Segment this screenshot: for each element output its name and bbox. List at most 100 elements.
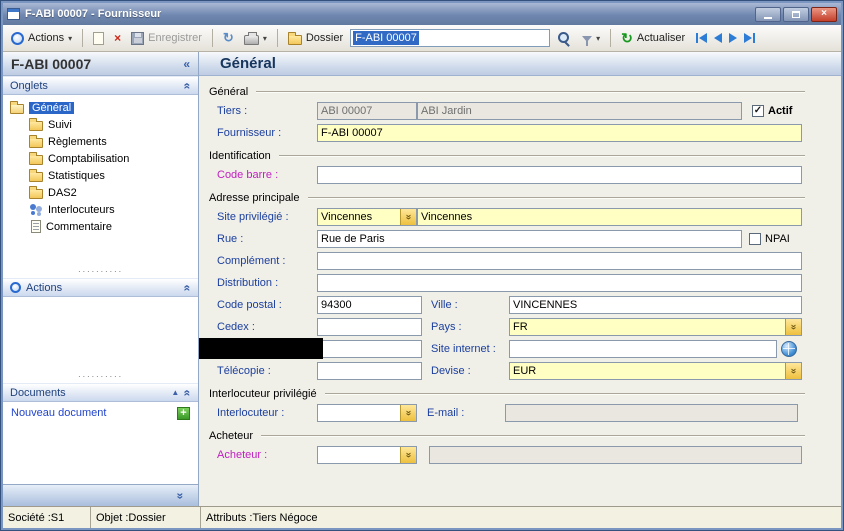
chevron-down-icon: ▾ xyxy=(596,34,600,43)
chevron-down-icon: » xyxy=(788,368,799,373)
fournisseur-input[interactable] xyxy=(317,124,802,142)
collapse-sidebar-icon[interactable]: « xyxy=(183,57,190,71)
combo-dropdown-button[interactable]: » xyxy=(785,363,801,379)
toolbar-separator xyxy=(82,29,83,47)
sidebar-bottom-bar: » xyxy=(3,484,198,506)
fournisseur-label: Fournisseur : xyxy=(217,127,317,139)
toolbar-separator xyxy=(610,29,611,47)
distribution-row: Distribution : xyxy=(217,273,803,292)
tree-item-label: Interlocuteurs xyxy=(48,204,115,216)
distribution-label: Distribution : xyxy=(217,277,317,289)
tree-item-das2[interactable]: DAS2 xyxy=(3,184,198,201)
tree-item-interlocuteurs[interactable]: Interlocuteurs xyxy=(3,201,198,218)
tree-item-reglements[interactable]: Règlements xyxy=(3,133,198,150)
pays-selected: FR xyxy=(510,319,801,335)
distribution-input[interactable] xyxy=(317,274,802,292)
complement-input[interactable] xyxy=(317,252,802,270)
npai-checkbox[interactable] xyxy=(749,233,761,245)
documents-section-header[interactable]: Documents ▲ « xyxy=(3,383,198,402)
note-icon xyxy=(31,220,41,233)
devise-combobox[interactable]: EUR » xyxy=(509,362,802,380)
fournisseur-row: Fournisseur : xyxy=(217,123,803,142)
folder-icon xyxy=(29,172,43,182)
refresh-button[interactable]: ↻ Actualiser xyxy=(618,28,688,49)
telephone-input[interactable] xyxy=(317,340,422,358)
code-postal-label: Code postal : xyxy=(217,299,317,311)
new-document-link[interactable]: Nouveau document xyxy=(11,407,177,419)
delete-button[interactable]: × xyxy=(111,29,124,47)
chevron-down-icon[interactable]: » xyxy=(174,492,188,499)
actions-section-header[interactable]: Actions « xyxy=(3,278,198,297)
save-label: Enregistrer xyxy=(148,32,202,44)
combo-dropdown-button[interactable]: » xyxy=(400,447,416,463)
combo-dropdown-button[interactable]: » xyxy=(400,209,416,225)
combo-dropdown-button[interactable]: » xyxy=(400,405,416,421)
onglets-section-header[interactable]: Onglets « xyxy=(3,76,198,95)
first-arrow-icon xyxy=(699,33,707,43)
globe-icon[interactable] xyxy=(781,341,797,357)
actions-menu-button[interactable]: Actions ▾ xyxy=(8,30,75,47)
rue-input[interactable] xyxy=(317,230,742,248)
tiers-name-field[interactable] xyxy=(417,102,742,120)
site-privilegie-combobox[interactable]: Vincennes » xyxy=(317,208,417,226)
ville-input[interactable] xyxy=(509,296,802,314)
new-button[interactable] xyxy=(90,30,107,47)
maximize-button[interactable] xyxy=(783,7,809,22)
add-document-button[interactable]: + xyxy=(177,407,190,420)
email-field[interactable] xyxy=(505,404,798,422)
site-privilegie-name-input[interactable] xyxy=(417,208,802,226)
printer-icon xyxy=(244,35,259,45)
up-triangle-icon: ▲ xyxy=(171,388,179,397)
section-title: Identification xyxy=(209,150,279,162)
last-arrow-icon xyxy=(744,33,752,43)
last-record-button[interactable] xyxy=(744,33,755,43)
close-icon: × xyxy=(821,9,827,19)
tree-item-suivi[interactable]: Suivi xyxy=(3,116,198,133)
pays-combobox[interactable]: FR » xyxy=(509,318,802,336)
previous-record-button[interactable] xyxy=(714,33,722,43)
site-internet-input[interactable] xyxy=(509,340,777,358)
tree-item-comptabilisation[interactable]: Comptabilisation xyxy=(3,150,198,167)
telecopie-input[interactable] xyxy=(317,362,422,380)
first-record-button[interactable] xyxy=(696,33,707,43)
search-input[interactable]: F-ABI 00007 xyxy=(350,29,550,47)
code-postal-input[interactable] xyxy=(317,296,422,314)
search-button[interactable] xyxy=(554,29,575,48)
save-button[interactable]: Enregistrer xyxy=(128,30,205,47)
tiers-code-field[interactable] xyxy=(317,102,417,120)
actions-header-label: Actions xyxy=(26,282,179,294)
new-page-icon xyxy=(93,32,104,45)
app-window: F-ABI 00007 - Fournisseur × Actions ▾ × … xyxy=(0,0,844,531)
section-title: Général xyxy=(209,86,256,98)
acheteur-combobox[interactable]: » xyxy=(317,446,417,464)
minimize-icon xyxy=(764,17,772,19)
delete-icon: × xyxy=(114,31,121,45)
sync-button[interactable]: ↻ xyxy=(220,28,237,48)
section-divider xyxy=(256,91,805,93)
next-record-button[interactable] xyxy=(729,33,737,43)
rue-label: Rue : xyxy=(217,233,317,245)
folder-icon xyxy=(29,155,43,165)
code-barre-input[interactable] xyxy=(317,166,802,184)
toolbar: Actions ▾ × Enregistrer ↻ ▾ Dossier F-AB… xyxy=(3,25,841,52)
previous-arrow-icon xyxy=(714,33,722,43)
sync-icon: ↻ xyxy=(223,30,234,46)
acheteur-name-field[interactable] xyxy=(429,446,802,464)
combo-dropdown-button[interactable]: » xyxy=(785,319,801,335)
section-title: Interlocuteur privilégié xyxy=(209,388,325,400)
section-adresse: Adresse principale xyxy=(209,190,805,205)
cedex-input[interactable] xyxy=(317,318,422,336)
tree-item-commentaire[interactable]: Commentaire xyxy=(3,218,198,235)
folder-icon xyxy=(29,121,43,131)
filter-button[interactable]: ▾ xyxy=(579,32,603,45)
minimize-button[interactable] xyxy=(755,7,781,22)
actif-checkbox[interactable]: ✓ xyxy=(752,105,764,117)
interlocuteur-combobox[interactable]: » xyxy=(317,404,417,422)
print-button[interactable]: ▾ xyxy=(241,29,270,47)
code-barre-row: Code barre : xyxy=(217,165,803,184)
close-button[interactable]: × xyxy=(811,7,837,22)
dossier-button[interactable]: Dossier xyxy=(285,30,346,47)
tree-item-general[interactable]: Général xyxy=(3,99,198,116)
tree-item-statistiques[interactable]: Statistiques xyxy=(3,167,198,184)
devise-label: Devise : xyxy=(431,365,509,377)
